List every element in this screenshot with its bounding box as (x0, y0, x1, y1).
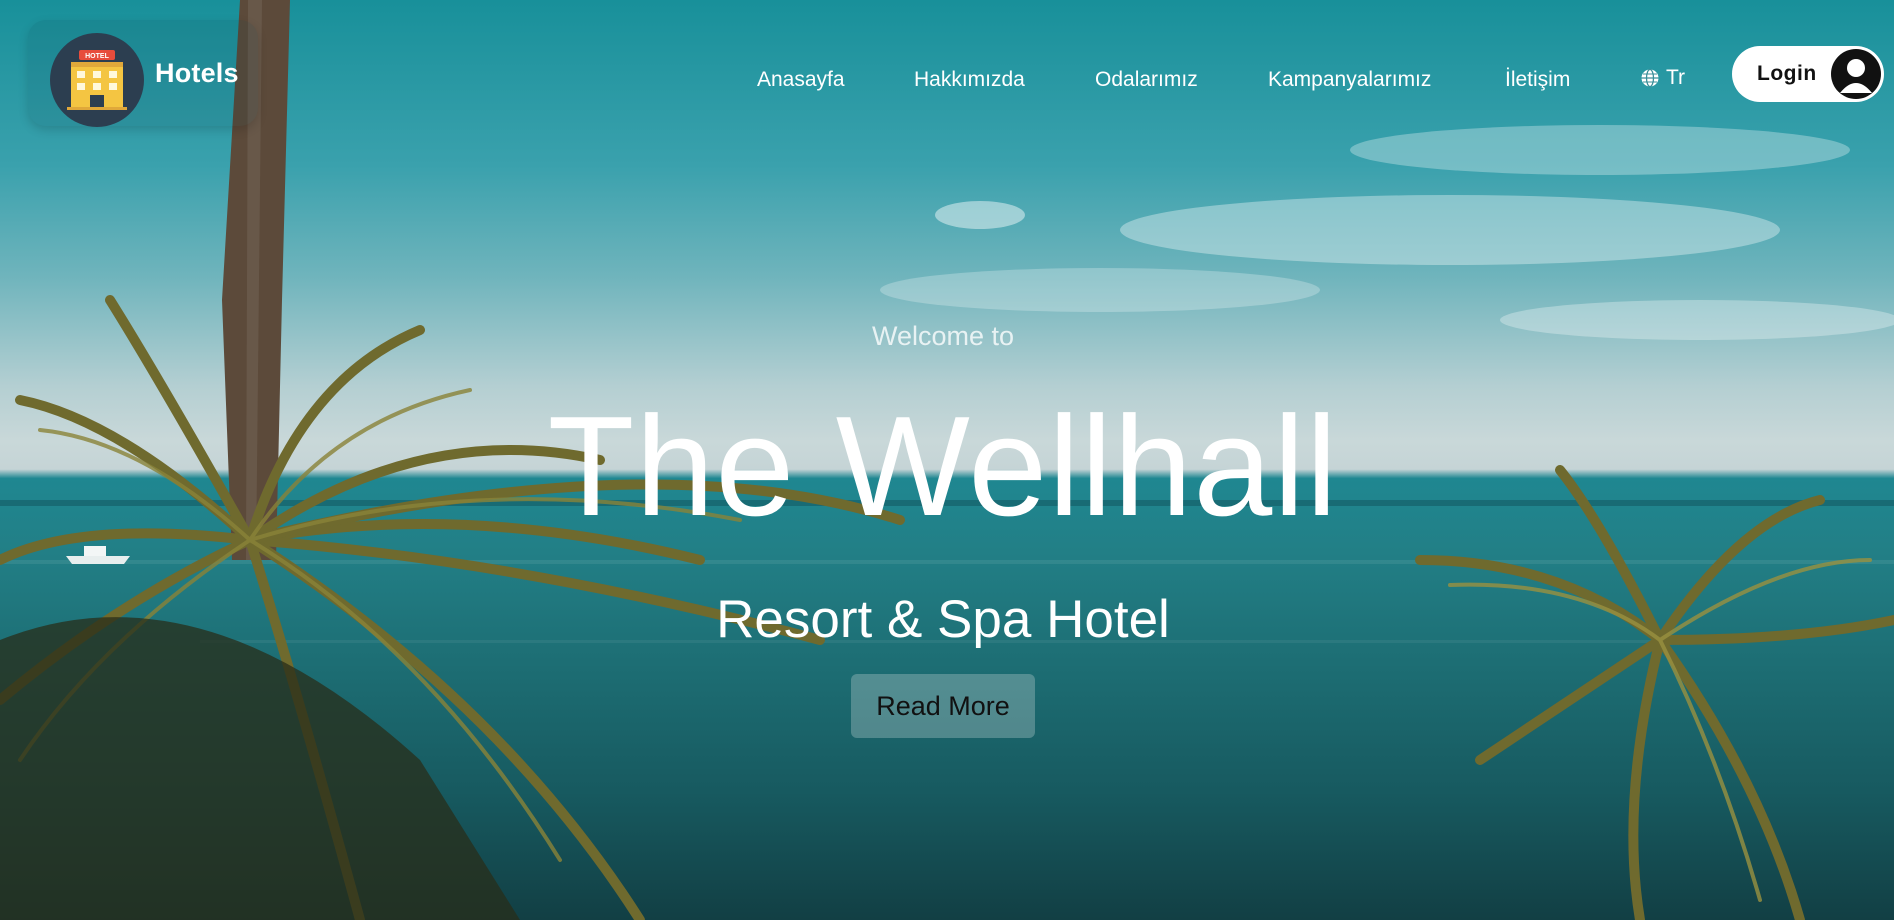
globe-icon (1641, 68, 1659, 88)
hero-title: The Wellhall (547, 387, 1339, 546)
nav-item-kampanyalarimiz[interactable]: Kampanyalarımız (1268, 68, 1431, 92)
read-more-button[interactable]: Read More (851, 674, 1035, 738)
nav-item-odalarimiz[interactable]: Odalarımız (1095, 68, 1198, 92)
nav-item-anasayfa[interactable]: Anasayfa (757, 68, 845, 92)
user-avatar-icon (1831, 49, 1881, 99)
nav-item-hakkimizda[interactable]: Hakkımızda (914, 68, 1025, 92)
hero-welcome-text: Welcome to (871, 321, 1015, 351)
hero-section: HOTEL Hotels Anasayfa Hakkımızda Odaları… (0, 0, 1894, 920)
language-selector[interactable]: Tr (1640, 66, 1685, 90)
hotel-logo[interactable]: HOTEL (50, 33, 144, 127)
hotel-building-icon: HOTEL (67, 50, 127, 110)
login-label: Login (1757, 62, 1817, 85)
brand-name[interactable]: Hotels (155, 58, 239, 89)
login-button[interactable]: Login (1732, 46, 1884, 102)
hero-subtitle: Resort & Spa Hotel (716, 590, 1170, 649)
logo-sign-text: HOTEL (85, 53, 109, 60)
nav-item-iletisim[interactable]: İletişim (1505, 68, 1570, 92)
language-label: Tr (1666, 66, 1686, 89)
